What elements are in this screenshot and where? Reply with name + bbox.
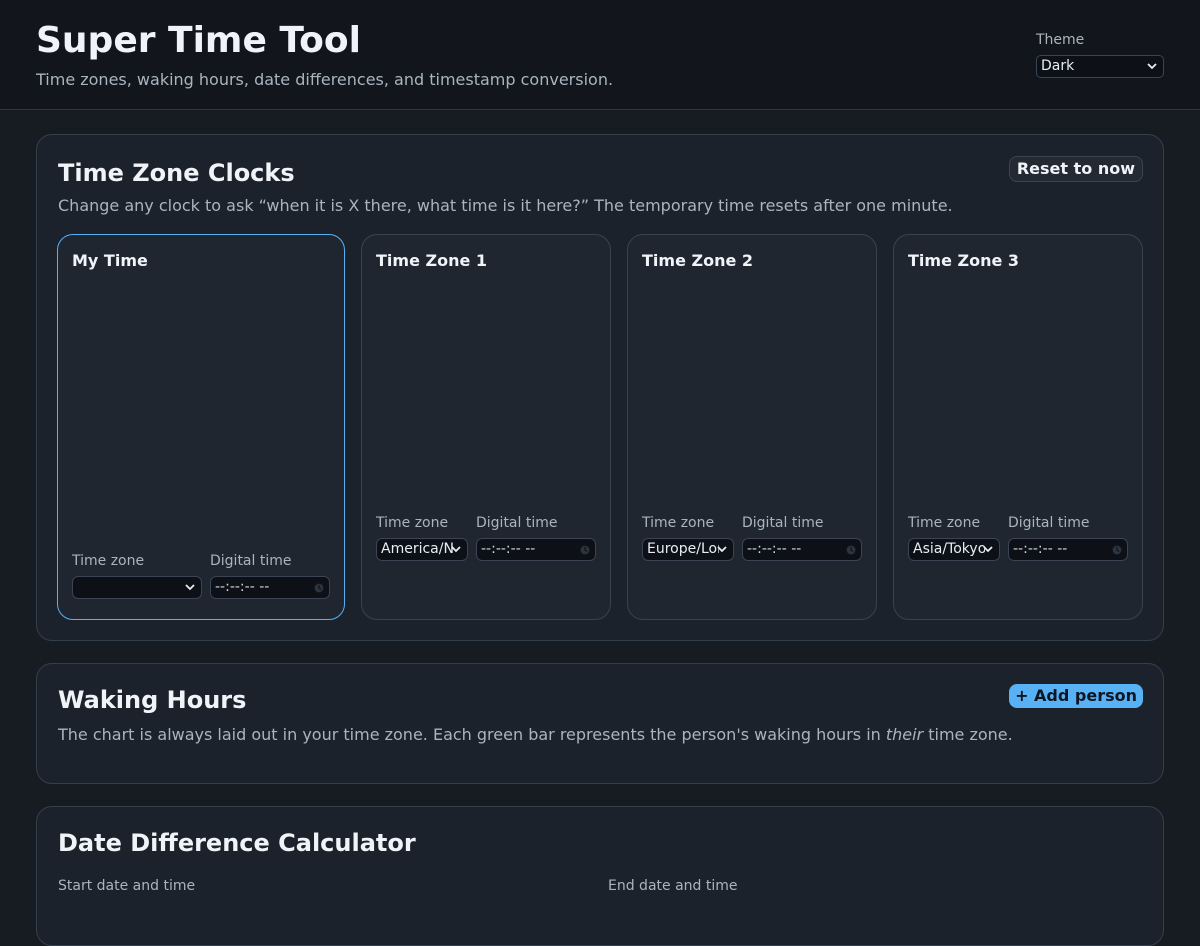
timezone-value: America/New_York [381,541,453,557]
clock-title: Time Zone 2 [642,251,754,270]
chevron-down-icon [185,584,195,591]
theme-select[interactable]: Dark [1036,55,1164,78]
desc-emphasis: their [885,725,924,744]
timezone-label: Time zone [642,515,715,531]
desc-text: time zone. [923,725,1013,744]
app-title: Super Time Tool [36,20,361,61]
digital-time-value: --:--:-- -- [215,579,270,595]
chevron-down-icon [717,546,727,553]
digital-time-value: --:--:-- -- [747,541,802,557]
waking-hours-card: Waking Hours The chart is always laid ou… [36,663,1164,784]
digital-time-input[interactable]: --:--:-- -- [742,538,862,561]
digital-time-label: Digital time [1008,515,1090,531]
digital-time-input[interactable]: --:--:-- -- [210,576,330,599]
digital-time-label: Digital time [476,515,558,531]
timezone-select[interactable] [72,576,202,599]
start-date-label: Start date and time [58,878,196,894]
timezone-label: Time zone [72,553,145,569]
clock-icon[interactable] [845,544,857,556]
date-difference-card: Date Difference Calculator Start date an… [36,806,1164,946]
clock-card-time-zone-3[interactable]: Time Zone 3 Time zone Asia/Tokyo Digital… [893,234,1143,620]
digital-time-label: Digital time [742,515,824,531]
timezone-select[interactable]: Asia/Tokyo [908,538,1000,561]
timezone-label: Time zone [376,515,449,531]
clock-title: My Time [72,251,148,270]
desc-text: The chart is always laid out in your tim… [58,725,886,744]
app-header: Super Time Tool Time zones, waking hours… [0,0,1200,110]
timezone-value: Asia/Tokyo [913,541,985,557]
clock-icon[interactable] [1111,544,1123,556]
reset-to-now-button[interactable]: Reset to now [1008,156,1143,182]
digital-time-value: --:--:-- -- [481,541,536,557]
timezone-value: Europe/London [647,541,719,557]
timezone-select[interactable]: Europe/London [642,538,734,561]
chevron-down-icon [1147,63,1157,70]
timezone-label: Time zone [908,515,981,531]
clocks-description: Change any clock to ask “when it is X th… [58,196,953,215]
chevron-down-icon [451,546,461,553]
date-difference-title: Date Difference Calculator [58,829,416,857]
end-date-label: End date and time [608,878,738,894]
digital-time-input[interactable]: --:--:-- -- [476,538,596,561]
timezone-select[interactable]: America/New_York [376,538,468,561]
clock-card-time-zone-1[interactable]: Time Zone 1 Time zone America/New_York D… [361,234,611,620]
clock-card-my-time[interactable]: My Time Time zone Digital time --:--:-- … [57,234,345,620]
clock-title: Time Zone 1 [376,251,488,270]
app-subtitle: Time zones, waking hours, date differenc… [36,70,614,89]
theme-select-value: Dark [1041,58,1075,74]
waking-hours-title: Waking Hours [58,686,247,714]
clocks-title: Time Zone Clocks [58,159,295,187]
clock-icon[interactable] [313,582,325,594]
digital-time-input[interactable]: --:--:-- -- [1008,538,1128,561]
chevron-down-icon [983,546,993,553]
time-zone-clocks-card: Time Zone Clocks Change any clock to ask… [36,134,1164,641]
clock-icon[interactable] [579,544,591,556]
add-person-button[interactable]: + Add person [1009,684,1143,708]
clock-title: Time Zone 3 [908,251,1020,270]
digital-time-label: Digital time [210,553,292,569]
waking-hours-description: The chart is always laid out in your tim… [58,725,1013,744]
clock-card-time-zone-2[interactable]: Time Zone 2 Time zone Europe/London Digi… [627,234,877,620]
theme-label: Theme [1036,32,1085,48]
digital-time-value: --:--:-- -- [1013,541,1068,557]
